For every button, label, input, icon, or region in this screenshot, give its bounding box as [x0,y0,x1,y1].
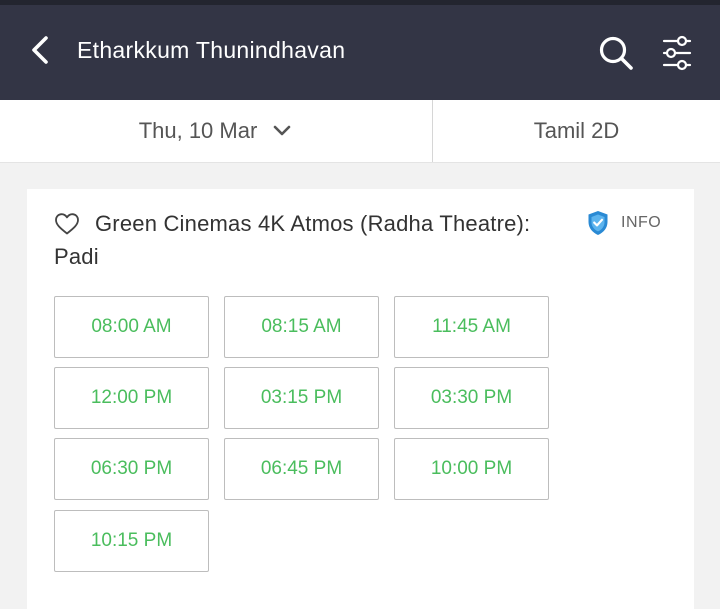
showtime-button[interactable]: 03:15 PM [224,367,379,429]
showtime-button[interactable]: 06:30 PM [54,438,209,500]
showtime-button[interactable]: 03:30 PM [394,367,549,429]
movie-title: Etharkkum Thunindhavan [77,37,346,63]
format-selector[interactable]: Tamil 2D [433,100,720,162]
cinema-name: Green Cinemas 4K Atmos (Radha Theatre): … [54,211,531,269]
showtime-button[interactable]: 10:00 PM [394,438,549,500]
info-label: INFO [621,214,662,231]
showtime-button[interactable]: 08:00 AM [54,296,209,358]
showtime-button[interactable]: 11:45 AM [394,296,549,358]
cinema-card: Green Cinemas 4K Atmos (Radha Theatre): … [27,189,694,609]
app-header: Etharkkum Thunindhavan [0,0,720,100]
shield-check-icon [588,211,608,235]
date-format-bar: Thu, 10 Mar Tamil 2D [0,100,720,163]
showtime-button[interactable]: 08:15 AM [224,296,379,358]
showtime-button[interactable]: 10:15 PM [54,510,209,572]
date-dropdown[interactable]: Thu, 10 Mar [0,100,432,162]
filter-sliders-icon [662,35,692,71]
status-bar-edge [0,0,720,5]
selected-format: Tamil 2D [533,118,620,143]
info-button[interactable]: INFO [587,209,661,237]
selected-date: Thu, 10 Mar [138,118,258,143]
back-arrow-icon [32,36,48,64]
search-icon [599,36,633,70]
back-button[interactable] [22,32,58,68]
filter-button[interactable] [657,33,697,73]
search-button[interactable] [596,33,636,73]
showtime-button[interactable]: 06:45 PM [224,438,379,500]
showtime-button[interactable]: 12:00 PM [54,367,209,429]
chevron-down-icon [273,125,291,136]
